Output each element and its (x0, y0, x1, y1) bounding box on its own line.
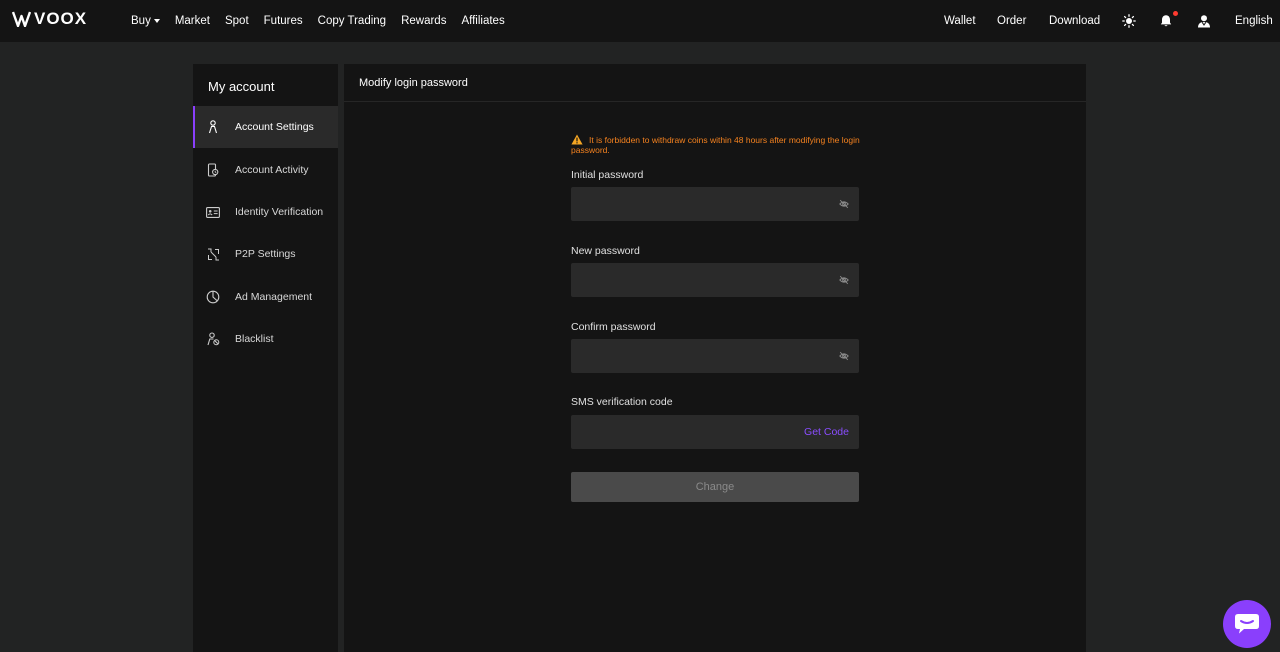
person-icon (206, 120, 220, 134)
nav-order[interactable]: Order (997, 0, 1026, 42)
sidebar-item-p2p-settings[interactable]: P2P Settings (193, 233, 338, 275)
language-selector[interactable]: English (1235, 0, 1273, 42)
sms-code-input[interactable] (571, 415, 821, 449)
nav-affiliates[interactable]: Affiliates (461, 15, 504, 27)
phone-clock-icon (206, 163, 220, 177)
withdraw-warning: It is forbidden to withdraw coins within… (571, 134, 861, 155)
sidebar-item-blacklist[interactable]: Blacklist (193, 318, 338, 360)
account-sidebar: My account Account Settings Account Acti… (193, 64, 338, 652)
modify-password-panel: Modify login password It is forbidden to… (344, 64, 1086, 652)
new-password-field[interactable] (571, 263, 859, 297)
sms-code-label: SMS verification code (571, 396, 673, 408)
warning-icon (571, 134, 583, 145)
nav-market[interactable]: Market (175, 15, 210, 27)
initial-password-label: Initial password (571, 169, 644, 181)
pie-chart-icon (206, 290, 220, 304)
top-navigation-bar: VOOX Buy Market Spot Futures Copy Tradin… (0, 0, 1280, 42)
sidebar-item-label: Blacklist (235, 333, 274, 345)
confirm-password-input[interactable] (571, 339, 821, 373)
confirm-password-label: Confirm password (571, 321, 656, 333)
nav-buy-label: Buy (131, 15, 151, 27)
chevron-down-icon (153, 19, 160, 23)
warning-text: It is forbidden to withdraw coins within… (571, 135, 860, 155)
nav-wallet[interactable]: Wallet (944, 0, 976, 42)
nav-copy-trading[interactable]: Copy Trading (318, 15, 386, 27)
notification-dot (1173, 11, 1178, 16)
chat-bubble-icon (1235, 614, 1259, 634)
p2p-icon (206, 247, 220, 261)
sidebar-item-identity-verification[interactable]: Identity Verification (193, 191, 338, 233)
nav-spot[interactable]: Spot (225, 15, 249, 27)
sidebar-item-label: Account Activity (235, 164, 309, 176)
nav-download[interactable]: Download (1049, 0, 1100, 42)
sidebar-title: My account (208, 79, 275, 94)
main-menu: Buy Market Spot Futures Copy Trading Rew… (131, 0, 520, 42)
voox-logo[interactable]: VOOX (12, 9, 88, 28)
brand-name: VOOX (34, 9, 88, 28)
user-profile-button[interactable] (1197, 0, 1211, 42)
bell-icon (1160, 15, 1172, 27)
sidebar-item-account-settings[interactable]: Account Settings (193, 106, 338, 148)
theme-toggle-button[interactable] (1122, 0, 1136, 42)
id-card-icon (206, 205, 220, 219)
sidebar-item-label: Identity Verification (235, 206, 324, 218)
support-chat-button[interactable] (1223, 600, 1271, 648)
user-icon (1198, 15, 1210, 28)
sidebar-item-label: Account Settings (235, 121, 314, 133)
new-password-input[interactable] (571, 263, 821, 297)
sun-icon (1122, 14, 1136, 28)
voox-logo-mark-icon (12, 11, 31, 27)
sidebar-item-account-activity[interactable]: Account Activity (193, 149, 338, 191)
nav-rewards[interactable]: Rewards (401, 15, 446, 27)
eye-off-icon[interactable] (839, 351, 849, 361)
page-title: Modify login password (359, 77, 468, 89)
initial-password-field[interactable] (571, 187, 859, 221)
sidebar-item-ad-management[interactable]: Ad Management (193, 276, 338, 318)
eye-off-icon[interactable] (839, 199, 849, 209)
sidebar-item-label: P2P Settings (235, 248, 296, 260)
change-button[interactable]: Change (571, 472, 859, 502)
nav-futures[interactable]: Futures (264, 15, 303, 27)
sms-code-field[interactable]: Get Code (571, 415, 859, 449)
sidebar-item-label: Ad Management (235, 291, 313, 303)
user-block-icon (206, 332, 220, 346)
nav-buy[interactable]: Buy (131, 15, 160, 27)
panel-header: Modify login password (344, 64, 1086, 102)
initial-password-input[interactable] (571, 187, 821, 221)
new-password-label: New password (571, 245, 640, 257)
eye-off-icon[interactable] (839, 275, 849, 285)
confirm-password-field[interactable] (571, 339, 859, 373)
get-code-button[interactable]: Get Code (804, 426, 849, 438)
notifications-button[interactable] (1159, 0, 1178, 42)
